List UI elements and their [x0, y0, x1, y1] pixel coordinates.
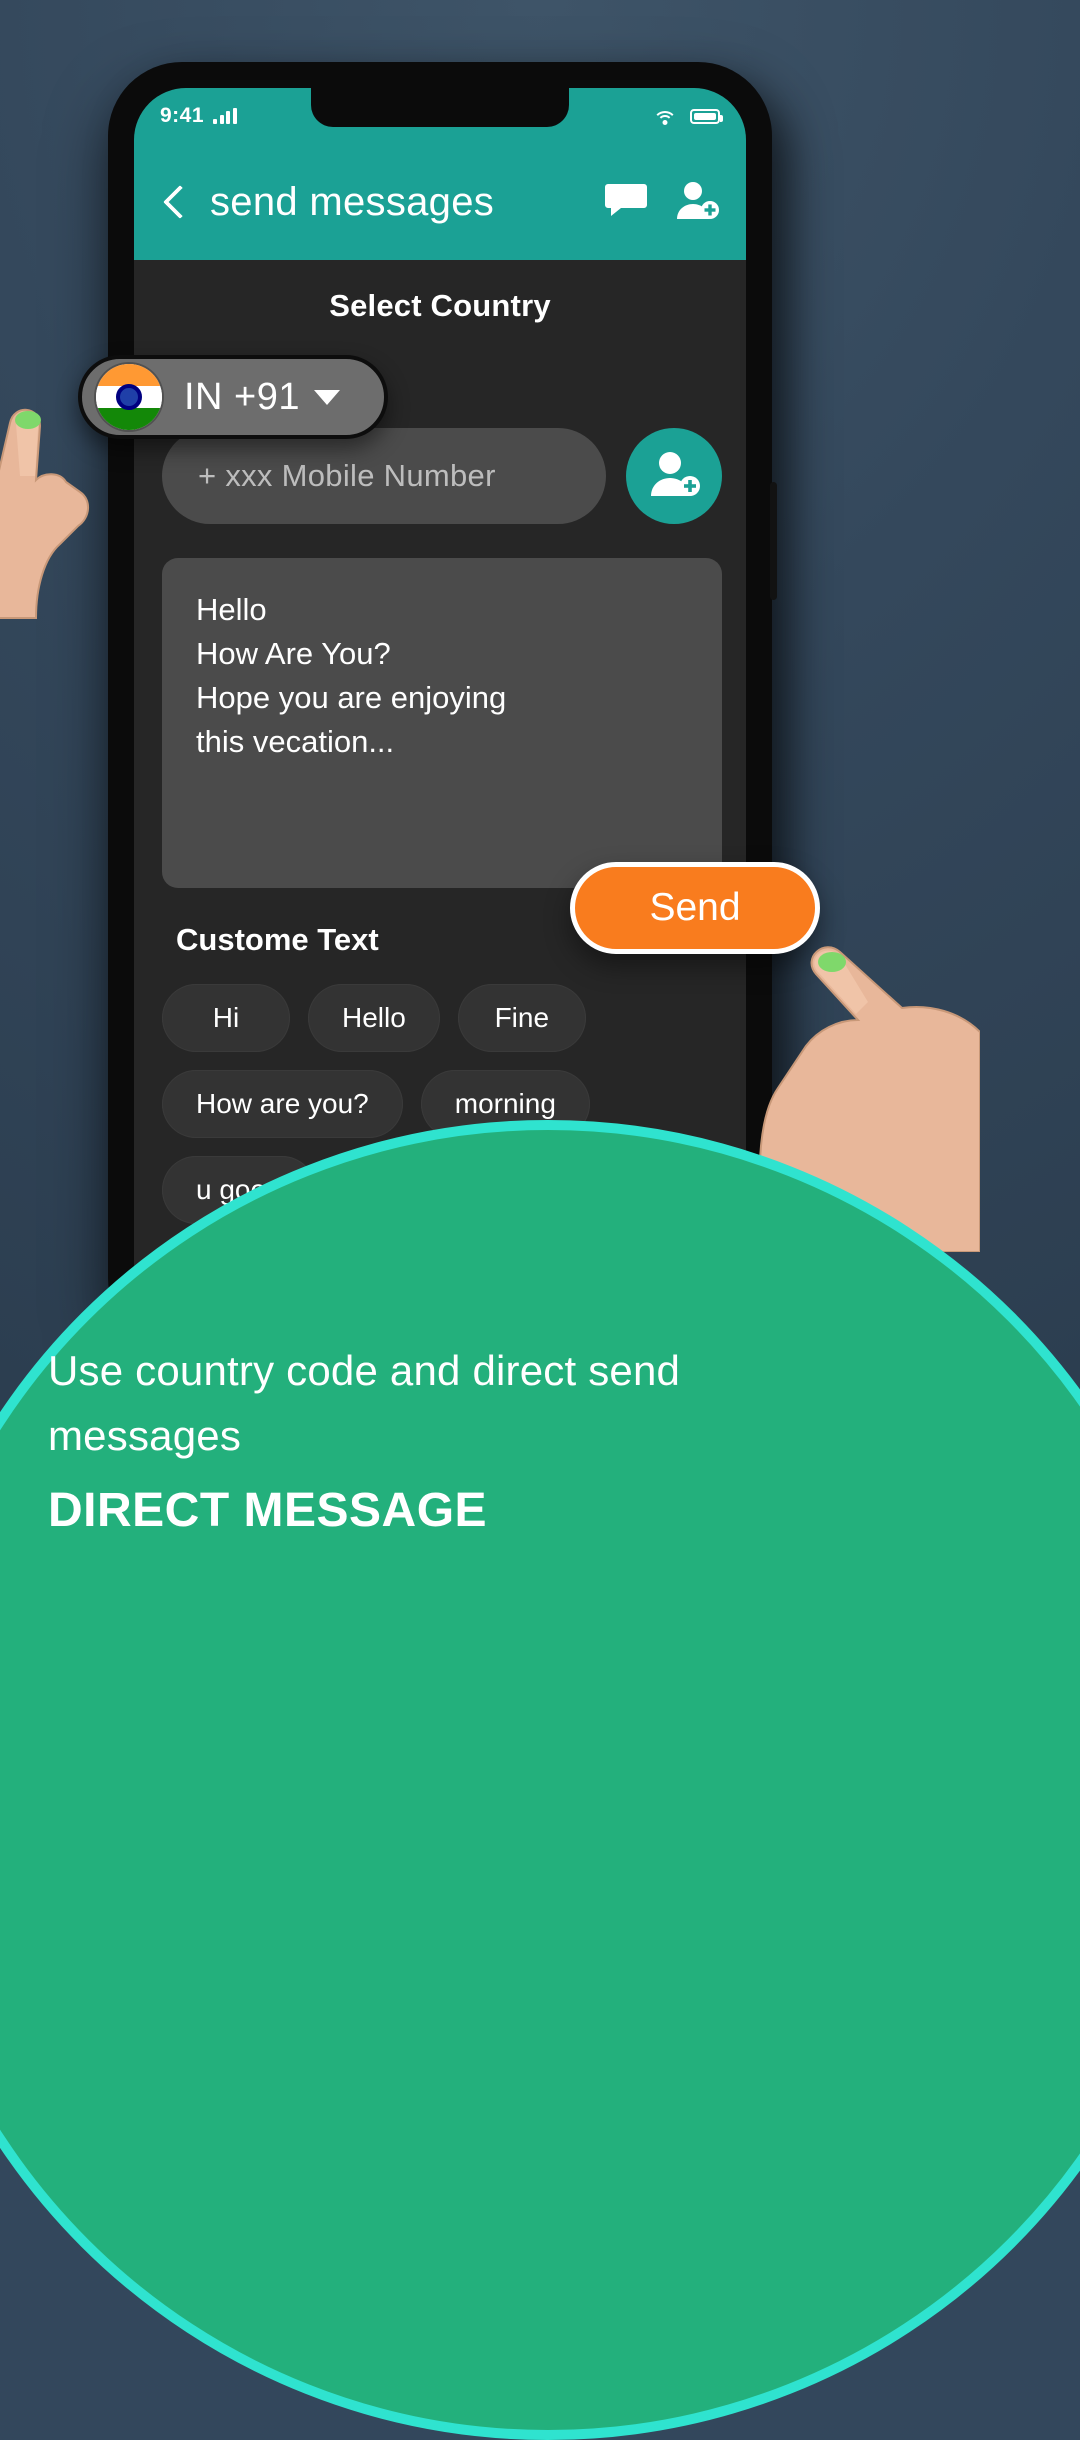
message-line: Hello — [196, 592, 267, 627]
page-title: send messages — [210, 179, 495, 224]
add-contact-icon[interactable] — [674, 179, 720, 226]
mobile-number-input[interactable]: + xxx Mobile Number — [162, 428, 606, 524]
phone-number-row: + xxx Mobile Number — [134, 428, 746, 524]
select-country-label: Select Country — [329, 288, 551, 323]
india-flag-icon — [96, 364, 162, 430]
back-chevron-icon[interactable] — [154, 182, 194, 222]
chevron-down-icon — [314, 389, 341, 405]
promo-circle — [0, 1120, 1080, 2440]
phone-side-button — [770, 482, 777, 600]
status-time: 9:41 — [160, 104, 205, 127]
country-code-selector[interactable]: IN +91 — [78, 355, 388, 439]
status-bar-right — [653, 108, 723, 125]
chip-how-are-you[interactable]: How are you? — [162, 1070, 403, 1138]
chip-fine[interactable]: Fine — [457, 984, 586, 1052]
send-button[interactable]: Send — [570, 862, 820, 954]
promo-subtitle: Use country code and direct send message… — [48, 1346, 681, 1459]
chat-bubble-icon[interactable] — [604, 180, 648, 225]
battery-icon — [690, 108, 723, 124]
add-person-icon — [646, 448, 702, 505]
app-bar: send messages — [134, 144, 746, 260]
app-bar-actions — [604, 179, 720, 226]
chip-hi[interactable]: Hi — [162, 984, 290, 1052]
phone-notch — [311, 88, 569, 127]
chip-hello[interactable]: Hello — [308, 984, 440, 1052]
message-line: Hope you are enjoying — [196, 680, 507, 716]
status-bar: 9:41 — [134, 88, 746, 144]
wifi-icon — [653, 108, 677, 125]
country-code-value: IN +91 — [184, 375, 301, 418]
message-textarea[interactable]: Hello How Are You? Hope you are enjoying… — [162, 558, 722, 888]
signal-bars-icon — [213, 108, 237, 124]
message-line: this vecation... — [196, 724, 395, 760]
status-bar-left: 9:41 — [160, 104, 237, 128]
add-person-button[interactable] — [626, 428, 722, 524]
promo-title: DIRECT MESSAGE — [48, 1484, 488, 1537]
message-line: How Are You? — [196, 636, 391, 672]
